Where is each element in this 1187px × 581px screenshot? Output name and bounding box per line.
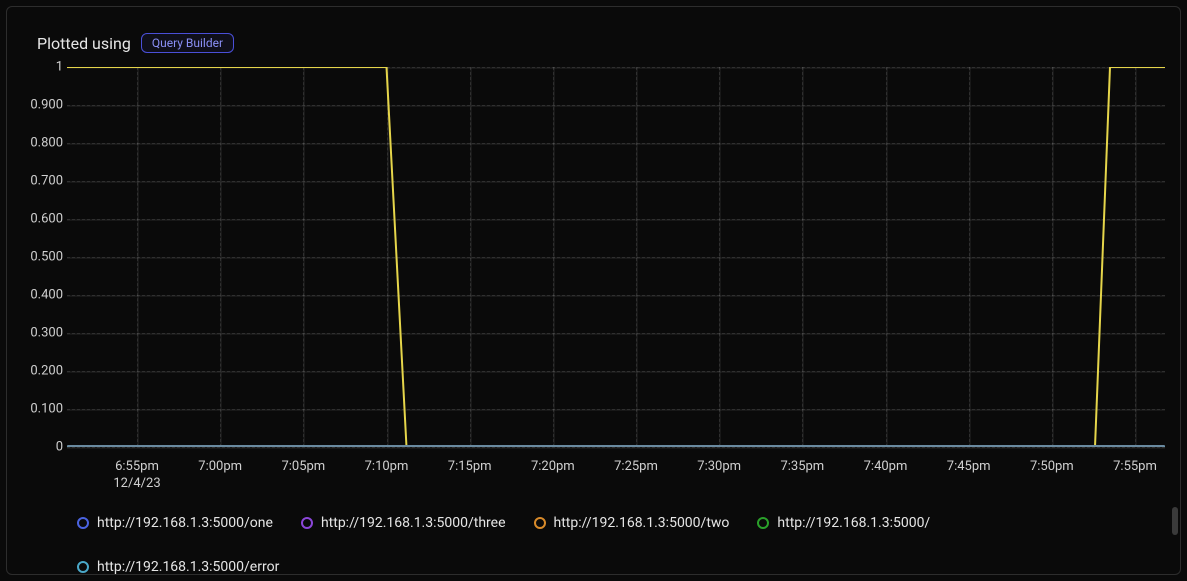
x-tick: 6:55pm12/4/23 (113, 459, 160, 491)
x-tick: 7:15pm (448, 459, 492, 474)
y-axis: 00.1000.2000.3000.4000.5000.6000.7000.80… (19, 67, 67, 447)
x-tick: 7:20pm (531, 459, 575, 474)
legend-swatch-icon (77, 561, 89, 573)
legend-swatch-icon (757, 517, 769, 529)
plot-area[interactable] (67, 67, 1165, 447)
chart-panel: Plotted using Query Builder 0 0.100 0.200 0… (6, 6, 1181, 575)
x-baseline (67, 445, 1165, 447)
x-tick: 7:55pm (1113, 459, 1157, 474)
legend-label: http://192.168.1.3:5000/ (777, 515, 930, 531)
x-tick: 7:50pm (1030, 459, 1074, 474)
y-tick: 0.800 (30, 136, 63, 151)
x-tick: 7:30pm (697, 459, 741, 474)
y-tick: 0.300 (30, 326, 63, 341)
legend-item[interactable]: http://192.168.1.3:5000/ (757, 515, 930, 531)
scrollbar-thumb[interactable] (1172, 507, 1178, 535)
x-tick: 7:05pm (281, 459, 325, 474)
y-tick: 0.100 (30, 402, 63, 417)
x-tick-date: 12/4/23 (113, 476, 160, 491)
x-axis: 6:55pm12/4/23 7:00pm 7:05pm 7:10pm 7:15pm 7:2… (67, 455, 1165, 495)
query-builder-badge[interactable]: Query Builder (141, 33, 234, 53)
legend-item[interactable]: http://192.168.1.3:5000/error (77, 559, 279, 575)
y-tick: 0.400 (30, 288, 63, 303)
header-label: Plotted using (37, 34, 131, 53)
legend-item[interactable]: http://192.168.1.3:5000/one (77, 515, 273, 531)
legend-item[interactable]: http://192.168.1.3:5000/two (534, 515, 730, 531)
y-tick: 0.900 (30, 98, 63, 113)
y-tick: 0.200 (30, 364, 63, 379)
x-tick: 7:10pm (365, 459, 409, 474)
x-tick: 7:25pm (614, 459, 658, 474)
legend-label: http://192.168.1.3:5000/two (554, 515, 730, 531)
series-line (67, 67, 1165, 447)
plot-lines (67, 67, 1165, 447)
y-tick: 0.700 (30, 174, 63, 189)
x-tick: 7:00pm (198, 459, 242, 474)
y-tick: 0.600 (30, 212, 63, 227)
x-tick: 7:45pm (947, 459, 991, 474)
y-tick: 1 (56, 60, 63, 75)
y-tick: 0 (56, 440, 63, 455)
x-tick: 7:35pm (780, 459, 824, 474)
legend-label: http://192.168.1.3:5000/one (97, 515, 273, 531)
chart-header: Plotted using Query Builder (37, 33, 234, 53)
legend-item[interactable]: http://192.168.1.3:5000/three (301, 515, 506, 531)
grid-line-h (67, 447, 1165, 449)
legend-label: http://192.168.1.3:5000/error (97, 559, 279, 575)
x-tick: 7:40pm (864, 459, 908, 474)
legend-swatch-icon (301, 517, 313, 529)
legend-swatch-icon (534, 517, 546, 529)
y-tick: 0.500 (30, 250, 63, 265)
legend: http://192.168.1.3:5000/one http://192.16… (77, 515, 1160, 575)
legend-label: http://192.168.1.3:5000/three (321, 515, 506, 531)
legend-swatch-icon (77, 517, 89, 529)
